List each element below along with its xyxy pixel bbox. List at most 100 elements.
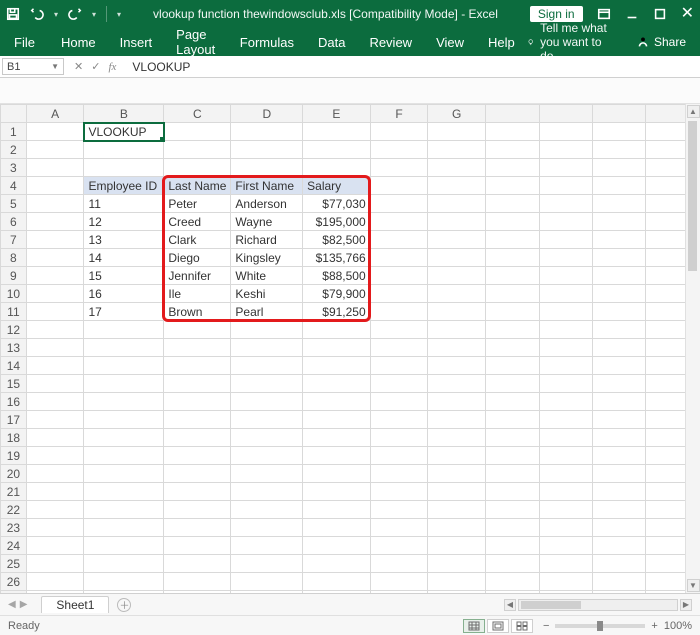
- zoom-in-icon[interactable]: +: [651, 620, 657, 632]
- cell[interactable]: [593, 159, 646, 177]
- cell[interactable]: [539, 285, 592, 303]
- cell[interactable]: [539, 123, 592, 141]
- row-header[interactable]: 12: [1, 321, 27, 339]
- cell[interactable]: [593, 231, 646, 249]
- cell[interactable]: [486, 285, 539, 303]
- cell[interactable]: [428, 447, 486, 465]
- cell[interactable]: [231, 375, 303, 393]
- scroll-down-icon[interactable]: ▼: [687, 579, 700, 592]
- zoom-control[interactable]: − + 100%: [543, 620, 692, 632]
- col-header-C[interactable]: C: [164, 105, 231, 123]
- cell[interactable]: 16: [84, 285, 164, 303]
- cell[interactable]: [539, 375, 592, 393]
- cell[interactable]: [84, 483, 164, 501]
- cell[interactable]: [593, 285, 646, 303]
- col-header[interactable]: [486, 105, 539, 123]
- row-header[interactable]: 14: [1, 357, 27, 375]
- cell[interactable]: 17: [84, 303, 164, 321]
- tab-page-layout[interactable]: Page Layout: [164, 28, 228, 56]
- cell[interactable]: [486, 519, 539, 537]
- cell[interactable]: [593, 537, 646, 555]
- cell[interactable]: [486, 483, 539, 501]
- cell[interactable]: [370, 303, 428, 321]
- cell[interactable]: [428, 519, 486, 537]
- cell[interactable]: [84, 429, 164, 447]
- cell[interactable]: [486, 429, 539, 447]
- cell[interactable]: [428, 195, 486, 213]
- row-header[interactable]: 17: [1, 411, 27, 429]
- normal-view-icon[interactable]: [463, 619, 485, 633]
- col-header-E[interactable]: E: [303, 105, 371, 123]
- cell[interactable]: [231, 339, 303, 357]
- cell[interactable]: [428, 393, 486, 411]
- cell[interactable]: [164, 123, 231, 141]
- cell[interactable]: $82,500: [303, 231, 371, 249]
- cell[interactable]: [26, 429, 84, 447]
- cell[interactable]: [303, 519, 371, 537]
- cell[interactable]: [26, 159, 84, 177]
- cell[interactable]: [231, 555, 303, 573]
- cell[interactable]: [370, 231, 428, 249]
- cell[interactable]: [370, 447, 428, 465]
- cell[interactable]: [84, 573, 164, 591]
- cell[interactable]: [370, 177, 428, 195]
- cell[interactable]: [486, 375, 539, 393]
- cell[interactable]: [593, 465, 646, 483]
- cell[interactable]: Brown: [164, 303, 231, 321]
- worksheet-grid[interactable]: A B C D E F G 1VLOOKUP234Employee IDLast…: [0, 104, 700, 593]
- cell[interactable]: [539, 537, 592, 555]
- undo-icon[interactable]: [30, 7, 44, 21]
- close-icon[interactable]: ✕: [681, 6, 694, 22]
- cell[interactable]: [370, 249, 428, 267]
- cell[interactable]: [231, 123, 303, 141]
- cell[interactable]: [303, 123, 371, 141]
- cell[interactable]: [593, 177, 646, 195]
- cell[interactable]: [84, 393, 164, 411]
- cell[interactable]: Ile: [164, 285, 231, 303]
- cell[interactable]: Pearl: [231, 303, 303, 321]
- row-header[interactable]: 18: [1, 429, 27, 447]
- row-header[interactable]: 19: [1, 447, 27, 465]
- row-header[interactable]: 6: [1, 213, 27, 231]
- cell[interactable]: [164, 429, 231, 447]
- signin-button[interactable]: Sign in: [530, 6, 583, 22]
- page-layout-view-icon[interactable]: [487, 619, 509, 633]
- cell[interactable]: [370, 339, 428, 357]
- cell[interactable]: [428, 177, 486, 195]
- cell[interactable]: [164, 447, 231, 465]
- cell[interactable]: [539, 519, 592, 537]
- cell[interactable]: [428, 123, 486, 141]
- cell[interactable]: [164, 573, 231, 591]
- cell[interactable]: [26, 141, 84, 159]
- cell[interactable]: [303, 159, 371, 177]
- cell[interactable]: [593, 123, 646, 141]
- cell[interactable]: [428, 213, 486, 231]
- cell[interactable]: 11: [84, 195, 164, 213]
- cell[interactable]: [539, 555, 592, 573]
- cell[interactable]: [486, 573, 539, 591]
- cell[interactable]: [26, 537, 84, 555]
- cell[interactable]: [370, 537, 428, 555]
- row-header[interactable]: 22: [1, 501, 27, 519]
- cell[interactable]: [26, 303, 84, 321]
- cell[interactable]: [303, 357, 371, 375]
- zoom-out-icon[interactable]: −: [543, 620, 549, 632]
- tab-help[interactable]: Help: [476, 28, 527, 56]
- cell[interactable]: [539, 213, 592, 231]
- col-header-B[interactable]: B: [84, 105, 164, 123]
- cell[interactable]: [486, 501, 539, 519]
- cell[interactable]: Diego: [164, 249, 231, 267]
- cell[interactable]: [164, 141, 231, 159]
- redo-dropdown-icon[interactable]: ▾: [92, 10, 96, 19]
- cell[interactable]: [486, 537, 539, 555]
- minimize-icon[interactable]: [625, 7, 639, 21]
- cell[interactable]: [26, 375, 84, 393]
- cell[interactable]: [370, 159, 428, 177]
- row-header[interactable]: 25: [1, 555, 27, 573]
- cell[interactable]: [593, 213, 646, 231]
- cancel-formula-icon[interactable]: ✕: [74, 60, 83, 73]
- cell[interactable]: [84, 357, 164, 375]
- cell[interactable]: [539, 321, 592, 339]
- cell[interactable]: [428, 573, 486, 591]
- cell[interactable]: [164, 159, 231, 177]
